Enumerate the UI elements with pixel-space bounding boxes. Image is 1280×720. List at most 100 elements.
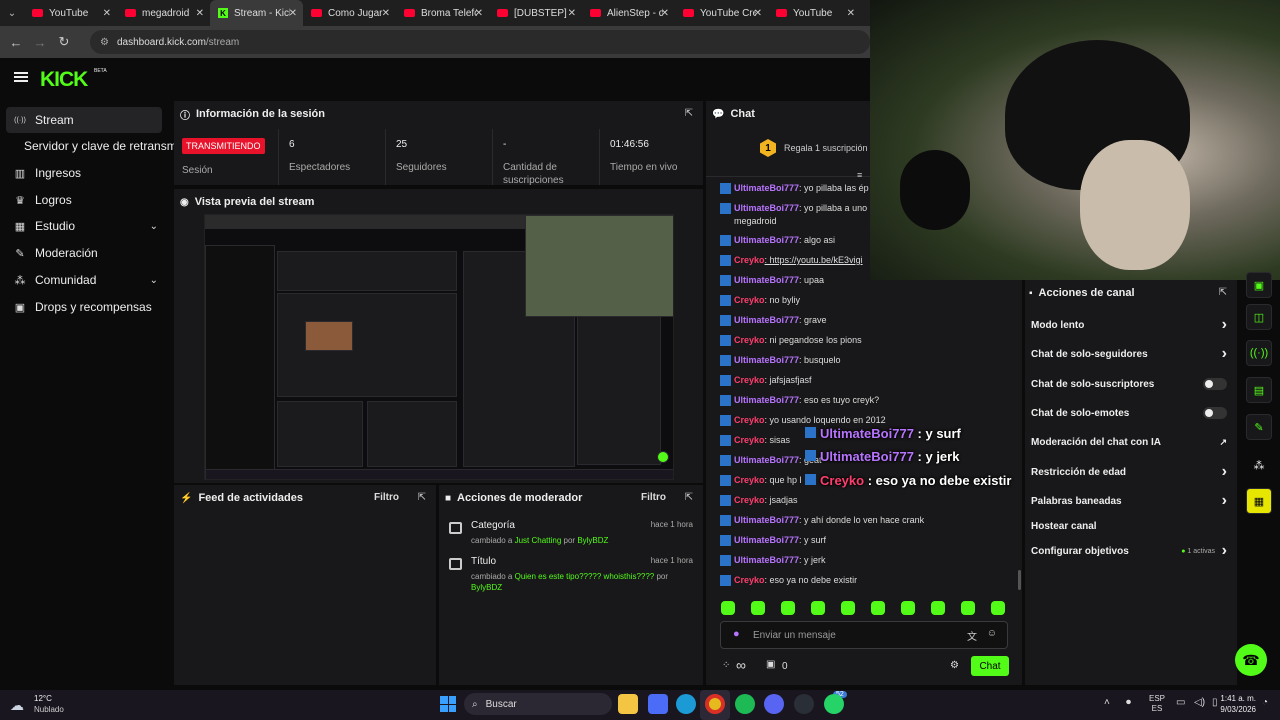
forward-arrow-icon[interactable]: → <box>28 35 52 50</box>
sidebar-item[interactable]: ⁂ Comunidad ⌄ <box>6 267 162 293</box>
emote-icon[interactable] <box>721 601 735 615</box>
sidebar-item[interactable]: ▣ Drops y recompensas <box>6 294 162 320</box>
chat-username[interactable]: UltimateBoi777 <box>734 275 799 285</box>
browser-tab[interactable]: [DUBSTEP] T ✕ <box>489 0 582 26</box>
language-indicator[interactable]: ESP ES <box>1146 694 1168 714</box>
browser-tab[interactable]: AlienStep - d ✕ <box>582 0 675 26</box>
rail-wrench-icon[interactable]: ✎ <box>1246 414 1272 440</box>
chevron-down-icon[interactable]: ⌄ <box>150 221 158 232</box>
chat-username[interactable]: Creyko <box>734 495 765 505</box>
browser-tab[interactable]: K Stream - Kick ✕ <box>210 0 303 26</box>
popout-icon[interactable]: ⇱ <box>685 492 693 503</box>
tab-close-icon[interactable]: ✕ <box>475 8 483 19</box>
points-icon[interactable]: ⁘ <box>722 660 730 671</box>
browser-tab[interactable]: YouTube ✕ <box>24 0 117 26</box>
rail-chat-icon[interactable]: ◫ <box>1246 304 1272 330</box>
kick-logo[interactable]: KICK <box>40 68 88 92</box>
chat-username[interactable]: Creyko <box>734 295 765 305</box>
emote-icon[interactable] <box>811 601 825 615</box>
desc-user[interactable]: BylyBDZ <box>471 583 502 592</box>
sidebar-item[interactable]: ✎ Moderación <box>6 240 162 266</box>
browser-tab[interactable]: Como Jugar ✕ <box>303 0 396 26</box>
browser-tab[interactable]: Broma Telefónica✕ <box>396 0 489 26</box>
tab-close-icon[interactable]: ✕ <box>568 8 576 19</box>
mic-tray-icon[interactable]: ⏺ <box>1126 697 1131 708</box>
emote-icon[interactable] <box>781 601 795 615</box>
chat-username[interactable]: UltimateBoi777 <box>734 355 799 365</box>
notifications-bell-icon[interactable]: ◔ <box>1262 697 1268 708</box>
tab-list-chevron-icon[interactable]: ⌄ <box>0 0 24 26</box>
rail-button-1[interactable]: ▣ <box>1246 272 1272 298</box>
rail-clapper-icon[interactable]: ▦ <box>1246 488 1272 514</box>
back-arrow-icon[interactable]: ← <box>4 35 28 50</box>
mic-icon[interactable]: ● <box>733 628 740 640</box>
pinned-gift-banner[interactable]: 1 Regala 1 suscripción <box>760 137 870 159</box>
whatsapp-icon[interactable] <box>824 694 844 714</box>
tab-close-icon[interactable]: ✕ <box>661 8 669 19</box>
sidebar-item[interactable]: ♛ Logros <box>6 187 162 213</box>
clock[interactable]: 1:41 a. m. 9/03/2026 <box>1212 693 1256 715</box>
store-icon[interactable] <box>648 694 668 714</box>
stream-preview-video[interactable] <box>204 214 674 480</box>
channel-action-item[interactable]: Restricción de edad › <box>1031 462 1227 482</box>
emote-icon[interactable] <box>841 601 855 615</box>
chat-username[interactable]: UltimateBoi777 <box>734 555 799 565</box>
popout-icon[interactable]: ⇱ <box>1219 287 1227 298</box>
chat-username[interactable]: UltimateBoi777 <box>734 455 799 465</box>
chat-username[interactable]: UltimateBoi777 <box>734 235 799 245</box>
tray-chevron-icon[interactable]: ˄ <box>1104 697 1110 708</box>
channel-action-item[interactable]: Moderación del chat con IA ↗ <box>1031 432 1227 452</box>
chat-username[interactable]: UltimateBoi777 <box>734 203 799 213</box>
chat-username[interactable]: Creyko <box>734 435 765 445</box>
sidebar-item[interactable]: Servidor y clave de retransmi <box>6 133 174 159</box>
sidebar-item[interactable]: ▥ Ingresos <box>6 160 162 186</box>
chat-message-input[interactable]: ● Enviar un mensaje 文 ☺ <box>720 621 1008 649</box>
menu-hamburger-icon[interactable] <box>14 72 28 82</box>
chat-username[interactable]: UltimateBoi777 <box>734 515 799 525</box>
rail-broadcast-icon[interactable]: ((·)) <box>1246 340 1272 366</box>
emoji-icon[interactable]: ☺ <box>987 628 997 639</box>
tab-close-icon[interactable]: ✕ <box>289 8 297 19</box>
taskbar-search[interactable]: ⌕ Buscar <box>464 693 612 715</box>
emote-icon[interactable] <box>751 601 765 615</box>
chat-username[interactable]: UltimateBoi777 <box>734 395 799 405</box>
discord-icon[interactable] <box>764 694 784 714</box>
emote-icon[interactable] <box>931 601 945 615</box>
channel-action-item[interactable]: Palabras baneadas › <box>1031 491 1227 511</box>
chat-username[interactable]: UltimateBoi777 <box>734 315 799 325</box>
emote-icon[interactable] <box>961 601 975 615</box>
site-info-icon[interactable]: ⚙ <box>100 37 109 48</box>
chat-username[interactable]: Creyko <box>734 255 765 265</box>
browser-tab[interactable]: megadroid ✕ <box>117 0 210 26</box>
tab-close-icon[interactable]: ✕ <box>754 8 762 19</box>
chat-username[interactable]: Creyko <box>734 335 765 345</box>
gift-box-icon[interactable]: ▣ <box>766 659 775 670</box>
edge-icon[interactable] <box>676 694 696 714</box>
chat-username[interactable]: Creyko <box>734 375 765 385</box>
emote-icon[interactable] <box>991 601 1005 615</box>
tab-close-icon[interactable]: ✕ <box>196 8 204 19</box>
steam-icon[interactable] <box>794 694 814 714</box>
help-chat-button[interactable]: ☎ <box>1235 644 1267 676</box>
url-field[interactable]: ⚙ dashboard.kick.com/stream <box>90 30 870 54</box>
emote-icon[interactable] <box>871 601 885 615</box>
chat-username[interactable]: UltimateBoi777 <box>734 183 799 193</box>
emote-icon[interactable] <box>901 601 915 615</box>
popout-icon[interactable]: ⇱ <box>418 492 426 503</box>
desc-user[interactable]: BylyBDZ <box>577 536 608 545</box>
rail-people-icon[interactable]: ⁂ <box>1246 452 1272 478</box>
spotify-icon[interactable] <box>735 694 755 714</box>
mod-filter-button[interactable]: Filtro <box>641 492 666 503</box>
chat-filter-icon[interactable]: ≡ <box>857 170 862 180</box>
tab-close-icon[interactable]: ✕ <box>103 8 111 19</box>
reload-icon[interactable]: ↻ <box>52 34 76 50</box>
chat-username[interactable]: Creyko <box>734 415 765 425</box>
sidebar-item[interactable]: ▦ Estudio ⌄ <box>6 213 162 239</box>
tab-close-icon[interactable]: ✕ <box>847 8 855 19</box>
sidebar-item[interactable]: ((·)) Stream <box>6 107 162 133</box>
channel-action-item[interactable]: Hostear canal <box>1031 516 1227 536</box>
browser-tab[interactable]: YouTube ✕ <box>768 0 861 26</box>
channel-action-item[interactable]: Chat de solo-suscriptores <box>1031 374 1227 394</box>
toggle-switch[interactable] <box>1203 378 1227 390</box>
file-explorer-icon[interactable] <box>618 694 638 714</box>
